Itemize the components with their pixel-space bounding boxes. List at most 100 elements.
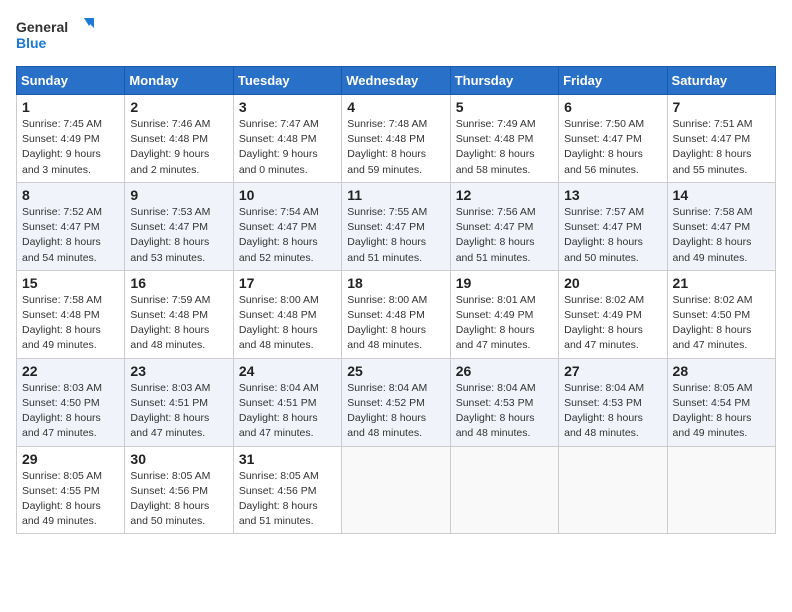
calendar-cell: 2 Sunrise: 7:46 AMSunset: 4:48 PMDayligh…: [125, 95, 233, 183]
day-number: 9: [130, 187, 227, 203]
calendar-cell: 14 Sunrise: 7:58 AMSunset: 4:47 PMDaylig…: [667, 182, 775, 270]
svg-text:Blue: Blue: [16, 35, 47, 51]
calendar-cell: 22 Sunrise: 8:03 AMSunset: 4:50 PMDaylig…: [17, 358, 125, 446]
day-info: Sunrise: 7:54 AMSunset: 4:47 PMDaylight:…: [239, 205, 336, 266]
calendar-cell: 26 Sunrise: 8:04 AMSunset: 4:53 PMDaylig…: [450, 358, 558, 446]
day-info: Sunrise: 8:04 AMSunset: 4:53 PMDaylight:…: [456, 381, 553, 442]
logo-svg: General Blue: [16, 16, 96, 54]
day-number: 10: [239, 187, 336, 203]
day-number: 12: [456, 187, 553, 203]
logo: General Blue: [16, 16, 96, 54]
calendar-cell: 17 Sunrise: 8:00 AMSunset: 4:48 PMDaylig…: [233, 270, 341, 358]
calendar-cell: 21 Sunrise: 8:02 AMSunset: 4:50 PMDaylig…: [667, 270, 775, 358]
calendar-cell: 6 Sunrise: 7:50 AMSunset: 4:47 PMDayligh…: [559, 95, 667, 183]
day-info: Sunrise: 8:04 AMSunset: 4:53 PMDaylight:…: [564, 381, 661, 442]
weekday-header-saturday: Saturday: [667, 67, 775, 95]
calendar-cell: 25 Sunrise: 8:04 AMSunset: 4:52 PMDaylig…: [342, 358, 450, 446]
calendar-cell: [667, 446, 775, 534]
day-info: Sunrise: 8:02 AMSunset: 4:49 PMDaylight:…: [564, 293, 661, 354]
day-number: 11: [347, 187, 444, 203]
calendar-cell: 5 Sunrise: 7:49 AMSunset: 4:48 PMDayligh…: [450, 95, 558, 183]
calendar-table: SundayMondayTuesdayWednesdayThursdayFrid…: [16, 66, 776, 534]
day-info: Sunrise: 8:04 AMSunset: 4:52 PMDaylight:…: [347, 381, 444, 442]
day-info: Sunrise: 7:57 AMSunset: 4:47 PMDaylight:…: [564, 205, 661, 266]
calendar-week-1: 1 Sunrise: 7:45 AMSunset: 4:49 PMDayligh…: [17, 95, 776, 183]
day-info: Sunrise: 7:48 AMSunset: 4:48 PMDaylight:…: [347, 117, 444, 178]
calendar-week-4: 22 Sunrise: 8:03 AMSunset: 4:50 PMDaylig…: [17, 358, 776, 446]
day-number: 7: [673, 99, 770, 115]
day-info: Sunrise: 8:02 AMSunset: 4:50 PMDaylight:…: [673, 293, 770, 354]
day-info: Sunrise: 7:50 AMSunset: 4:47 PMDaylight:…: [564, 117, 661, 178]
weekday-header-thursday: Thursday: [450, 67, 558, 95]
calendar-cell: 9 Sunrise: 7:53 AMSunset: 4:47 PMDayligh…: [125, 182, 233, 270]
calendar-week-3: 15 Sunrise: 7:58 AMSunset: 4:48 PMDaylig…: [17, 270, 776, 358]
day-number: 2: [130, 99, 227, 115]
day-number: 3: [239, 99, 336, 115]
calendar-cell: 1 Sunrise: 7:45 AMSunset: 4:49 PMDayligh…: [17, 95, 125, 183]
day-number: 28: [673, 363, 770, 379]
day-info: Sunrise: 8:05 AMSunset: 4:56 PMDaylight:…: [239, 469, 336, 530]
day-number: 1: [22, 99, 119, 115]
calendar-week-2: 8 Sunrise: 7:52 AMSunset: 4:47 PMDayligh…: [17, 182, 776, 270]
day-number: 6: [564, 99, 661, 115]
calendar-cell: [342, 446, 450, 534]
day-info: Sunrise: 8:03 AMSunset: 4:51 PMDaylight:…: [130, 381, 227, 442]
calendar-cell: [559, 446, 667, 534]
day-number: 14: [673, 187, 770, 203]
day-info: Sunrise: 7:51 AMSunset: 4:47 PMDaylight:…: [673, 117, 770, 178]
calendar-cell: 18 Sunrise: 8:00 AMSunset: 4:48 PMDaylig…: [342, 270, 450, 358]
calendar-cell: 23 Sunrise: 8:03 AMSunset: 4:51 PMDaylig…: [125, 358, 233, 446]
day-number: 15: [22, 275, 119, 291]
day-number: 27: [564, 363, 661, 379]
day-number: 18: [347, 275, 444, 291]
page-header: General Blue: [16, 16, 776, 54]
calendar-cell: 31 Sunrise: 8:05 AMSunset: 4:56 PMDaylig…: [233, 446, 341, 534]
calendar-cell: 28 Sunrise: 8:05 AMSunset: 4:54 PMDaylig…: [667, 358, 775, 446]
day-number: 23: [130, 363, 227, 379]
day-number: 13: [564, 187, 661, 203]
day-info: Sunrise: 7:58 AMSunset: 4:48 PMDaylight:…: [22, 293, 119, 354]
weekday-header-friday: Friday: [559, 67, 667, 95]
calendar-cell: 27 Sunrise: 8:04 AMSunset: 4:53 PMDaylig…: [559, 358, 667, 446]
day-info: Sunrise: 7:59 AMSunset: 4:48 PMDaylight:…: [130, 293, 227, 354]
weekday-header-monday: Monday: [125, 67, 233, 95]
day-info: Sunrise: 7:45 AMSunset: 4:49 PMDaylight:…: [22, 117, 119, 178]
day-number: 20: [564, 275, 661, 291]
weekday-header-tuesday: Tuesday: [233, 67, 341, 95]
calendar-cell: 19 Sunrise: 8:01 AMSunset: 4:49 PMDaylig…: [450, 270, 558, 358]
day-info: Sunrise: 8:01 AMSunset: 4:49 PMDaylight:…: [456, 293, 553, 354]
day-info: Sunrise: 8:05 AMSunset: 4:56 PMDaylight:…: [130, 469, 227, 530]
day-info: Sunrise: 7:55 AMSunset: 4:47 PMDaylight:…: [347, 205, 444, 266]
weekday-header-sunday: Sunday: [17, 67, 125, 95]
calendar-cell: 10 Sunrise: 7:54 AMSunset: 4:47 PMDaylig…: [233, 182, 341, 270]
day-info: Sunrise: 7:52 AMSunset: 4:47 PMDaylight:…: [22, 205, 119, 266]
day-info: Sunrise: 7:46 AMSunset: 4:48 PMDaylight:…: [130, 117, 227, 178]
calendar-cell: 30 Sunrise: 8:05 AMSunset: 4:56 PMDaylig…: [125, 446, 233, 534]
day-info: Sunrise: 8:03 AMSunset: 4:50 PMDaylight:…: [22, 381, 119, 442]
day-info: Sunrise: 8:00 AMSunset: 4:48 PMDaylight:…: [347, 293, 444, 354]
day-number: 19: [456, 275, 553, 291]
day-info: Sunrise: 8:05 AMSunset: 4:54 PMDaylight:…: [673, 381, 770, 442]
day-number: 5: [456, 99, 553, 115]
day-number: 30: [130, 451, 227, 467]
day-number: 29: [22, 451, 119, 467]
calendar-cell: 3 Sunrise: 7:47 AMSunset: 4:48 PMDayligh…: [233, 95, 341, 183]
calendar-cell: 12 Sunrise: 7:56 AMSunset: 4:47 PMDaylig…: [450, 182, 558, 270]
calendar-cell: 16 Sunrise: 7:59 AMSunset: 4:48 PMDaylig…: [125, 270, 233, 358]
day-info: Sunrise: 8:05 AMSunset: 4:55 PMDaylight:…: [22, 469, 119, 530]
day-number: 8: [22, 187, 119, 203]
calendar-cell: 11 Sunrise: 7:55 AMSunset: 4:47 PMDaylig…: [342, 182, 450, 270]
calendar-cell: 13 Sunrise: 7:57 AMSunset: 4:47 PMDaylig…: [559, 182, 667, 270]
day-number: 22: [22, 363, 119, 379]
calendar-cell: [450, 446, 558, 534]
day-info: Sunrise: 8:00 AMSunset: 4:48 PMDaylight:…: [239, 293, 336, 354]
svg-text:General: General: [16, 19, 68, 35]
day-number: 4: [347, 99, 444, 115]
calendar-week-5: 29 Sunrise: 8:05 AMSunset: 4:55 PMDaylig…: [17, 446, 776, 534]
day-number: 26: [456, 363, 553, 379]
calendar-cell: 20 Sunrise: 8:02 AMSunset: 4:49 PMDaylig…: [559, 270, 667, 358]
calendar-cell: 4 Sunrise: 7:48 AMSunset: 4:48 PMDayligh…: [342, 95, 450, 183]
weekday-header-wednesday: Wednesday: [342, 67, 450, 95]
calendar-cell: 24 Sunrise: 8:04 AMSunset: 4:51 PMDaylig…: [233, 358, 341, 446]
day-info: Sunrise: 7:49 AMSunset: 4:48 PMDaylight:…: [456, 117, 553, 178]
